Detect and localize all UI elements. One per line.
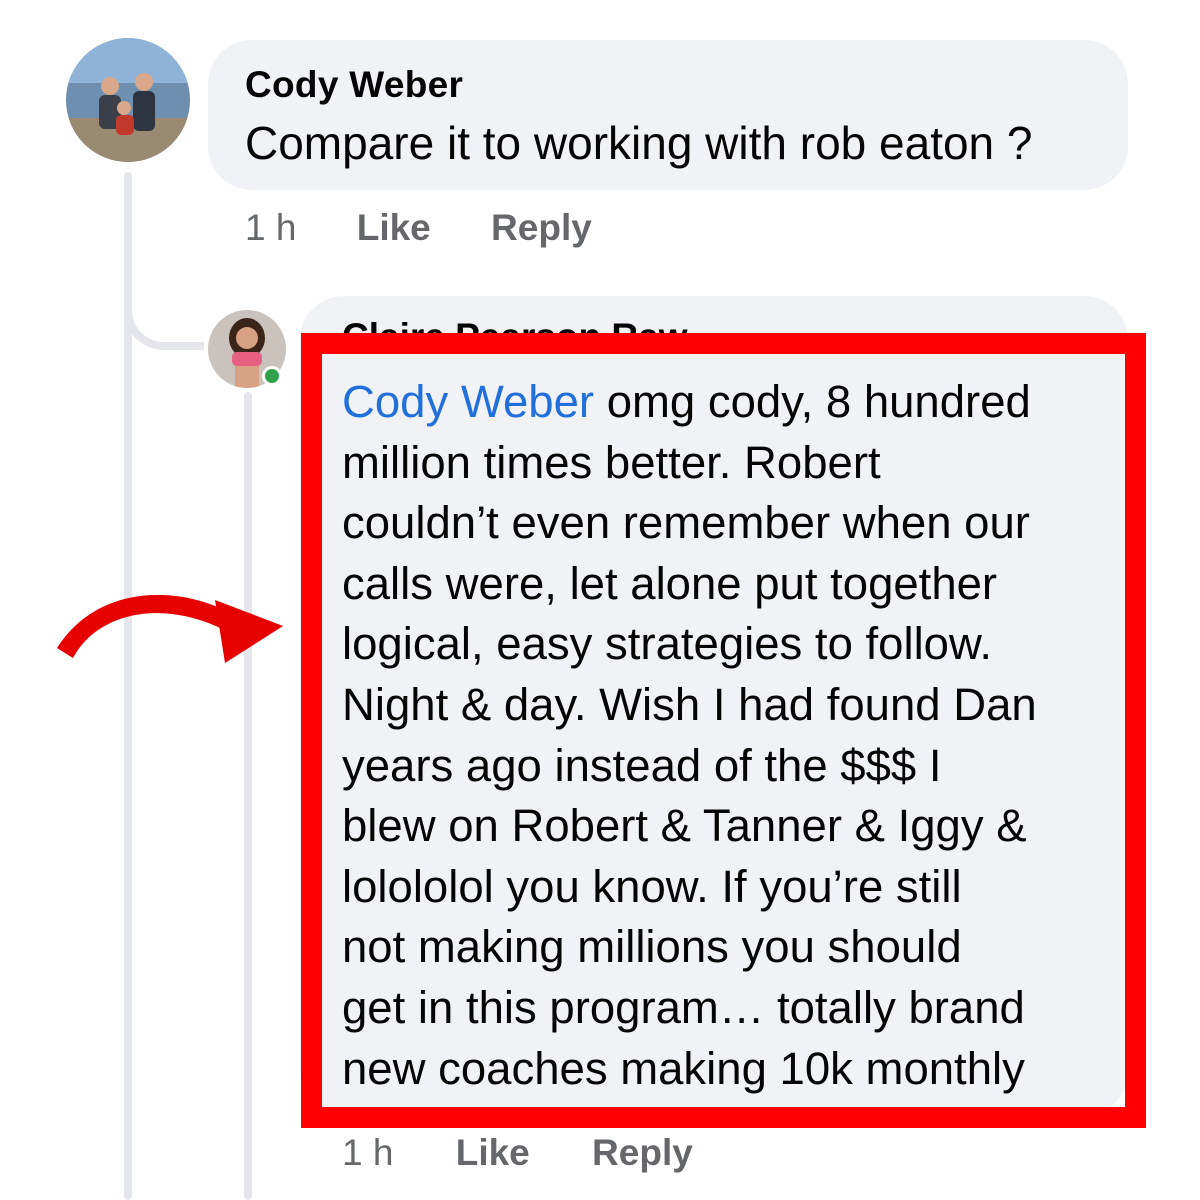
avatar[interactable] (66, 38, 190, 162)
comment-actions: 1 h Like Reply (342, 1132, 693, 1174)
like-button[interactable]: Like (456, 1132, 530, 1174)
comment-actions: 1 h Like Reply (245, 207, 592, 249)
curved-arrow-icon (57, 594, 283, 663)
reply-button[interactable]: Reply (592, 1132, 693, 1174)
reply-button[interactable]: Reply (491, 207, 592, 249)
reply-thread-line (244, 392, 252, 1200)
comment-text: Compare it to working with rob eaton ? (245, 117, 1033, 169)
online-status-indicator (262, 366, 282, 386)
avatar-photo-icon (66, 38, 190, 162)
highlight-box (301, 333, 1146, 1128)
like-button[interactable]: Like (357, 207, 431, 249)
comment-timestamp[interactable]: 1 h (245, 207, 296, 249)
reply-connector-curve (124, 250, 204, 350)
comment-timestamp[interactable]: 1 h (342, 1132, 393, 1174)
comment-author[interactable]: Cody Weber (245, 64, 463, 106)
